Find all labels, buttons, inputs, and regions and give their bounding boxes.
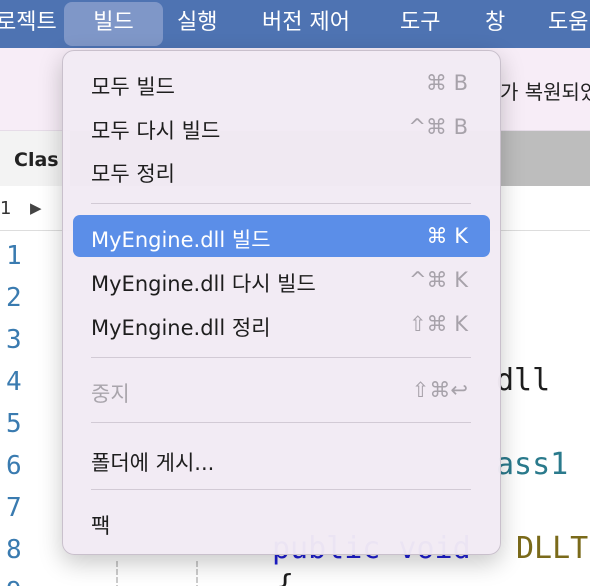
menu-item-label: 모두 빌드 bbox=[91, 75, 175, 99]
indent-guide bbox=[116, 561, 118, 586]
shortcut-label: ⌘ K bbox=[426, 224, 468, 248]
menu-help[interactable]: 도움 bbox=[548, 0, 588, 48]
code-fragment: { bbox=[276, 569, 294, 586]
shortcut-label: ⇧⌘ K bbox=[408, 312, 468, 336]
shortcut-label: ^⌘ B bbox=[408, 115, 468, 139]
line-number: 4 bbox=[6, 367, 22, 397]
menu-item-build-project[interactable]: MyEngine.dll 빌드 ⌘ K bbox=[73, 215, 490, 257]
menu-item-label: 폴더에 게시... bbox=[91, 451, 215, 475]
menu-separator bbox=[91, 357, 471, 358]
line-number: 9 bbox=[6, 577, 22, 586]
menu-item-label: MyEngine.dll 다시 빌드 bbox=[91, 272, 316, 296]
menu-item-label: 중지 bbox=[91, 382, 130, 406]
menu-run[interactable]: 실행 bbox=[177, 0, 217, 48]
menu-item-label: 팩 bbox=[91, 514, 111, 538]
menu-item-stop: 중지 ⇧⌘↩ bbox=[73, 369, 490, 411]
menu-item-label: MyEngine.dll 정리 bbox=[91, 316, 271, 340]
line-number: 5 bbox=[6, 409, 22, 439]
indent-guide bbox=[196, 561, 198, 586]
tab-class1[interactable]: Clas bbox=[0, 131, 70, 186]
line-number: 8 bbox=[6, 535, 22, 565]
menu-separator bbox=[91, 203, 471, 204]
shortcut-label: ⇧⌘↩ bbox=[411, 378, 468, 402]
breadcrumb-number: 1 bbox=[0, 198, 12, 219]
menu-build[interactable]: 빌드 bbox=[64, 2, 163, 46]
menu-separator bbox=[91, 489, 471, 490]
menu-bar: 로젝트 빌드 실행 버전 제어 도구 창 도움 bbox=[0, 0, 590, 48]
menu-item-publish-folder[interactable]: 폴더에 게시... bbox=[73, 438, 490, 480]
menu-item-label: 모두 정리 bbox=[91, 162, 175, 186]
menu-item-build-all[interactable]: 모두 빌드 ⌘ B bbox=[73, 62, 490, 104]
menu-item-clean-all[interactable]: 모두 정리 bbox=[73, 149, 490, 191]
notification-text: 가 복원되었 bbox=[500, 80, 590, 104]
menu-separator bbox=[91, 422, 471, 423]
code-fragment: DLLT bbox=[516, 531, 589, 566]
breadcrumb-arrow-icon[interactable]: ▶ bbox=[30, 199, 42, 217]
line-number: 1 bbox=[6, 241, 22, 271]
menu-item-clean-project[interactable]: MyEngine.dll 정리 ⇧⌘ K bbox=[73, 303, 490, 345]
line-number: 2 bbox=[6, 283, 22, 313]
menu-window[interactable]: 창 bbox=[485, 0, 505, 48]
menu-project[interactable]: 로젝트 bbox=[0, 0, 57, 48]
code-fragment: dll bbox=[496, 363, 551, 398]
menu-item-rebuild-project[interactable]: MyEngine.dll 다시 빌드 ^⌘ K bbox=[73, 259, 490, 301]
menu-item-pack[interactable]: 팩 bbox=[73, 501, 490, 543]
menu-item-label: MyEngine.dll 빌드 bbox=[91, 228, 271, 252]
menu-version-control[interactable]: 버전 제어 bbox=[262, 0, 350, 48]
shortcut-label: ⌘ B bbox=[425, 71, 468, 95]
menu-tools[interactable]: 도구 bbox=[400, 0, 440, 48]
build-menu-dropdown: 모두 빌드 ⌘ B 모두 다시 빌드 ^⌘ B 모두 정리 MyEngine.d… bbox=[62, 50, 501, 555]
menu-item-rebuild-all[interactable]: 모두 다시 빌드 ^⌘ B bbox=[73, 106, 490, 148]
shortcut-label: ^⌘ K bbox=[408, 268, 468, 292]
line-number: 7 bbox=[6, 493, 22, 523]
menu-item-label: 모두 다시 빌드 bbox=[91, 119, 221, 143]
line-number: 3 bbox=[6, 325, 22, 355]
line-number: 6 bbox=[6, 451, 22, 481]
code-fragment: ass1 bbox=[496, 447, 569, 482]
tab-label: Clas bbox=[14, 149, 59, 171]
line-number-gutter: 1 2 3 4 5 6 7 8 9 bbox=[0, 231, 60, 586]
